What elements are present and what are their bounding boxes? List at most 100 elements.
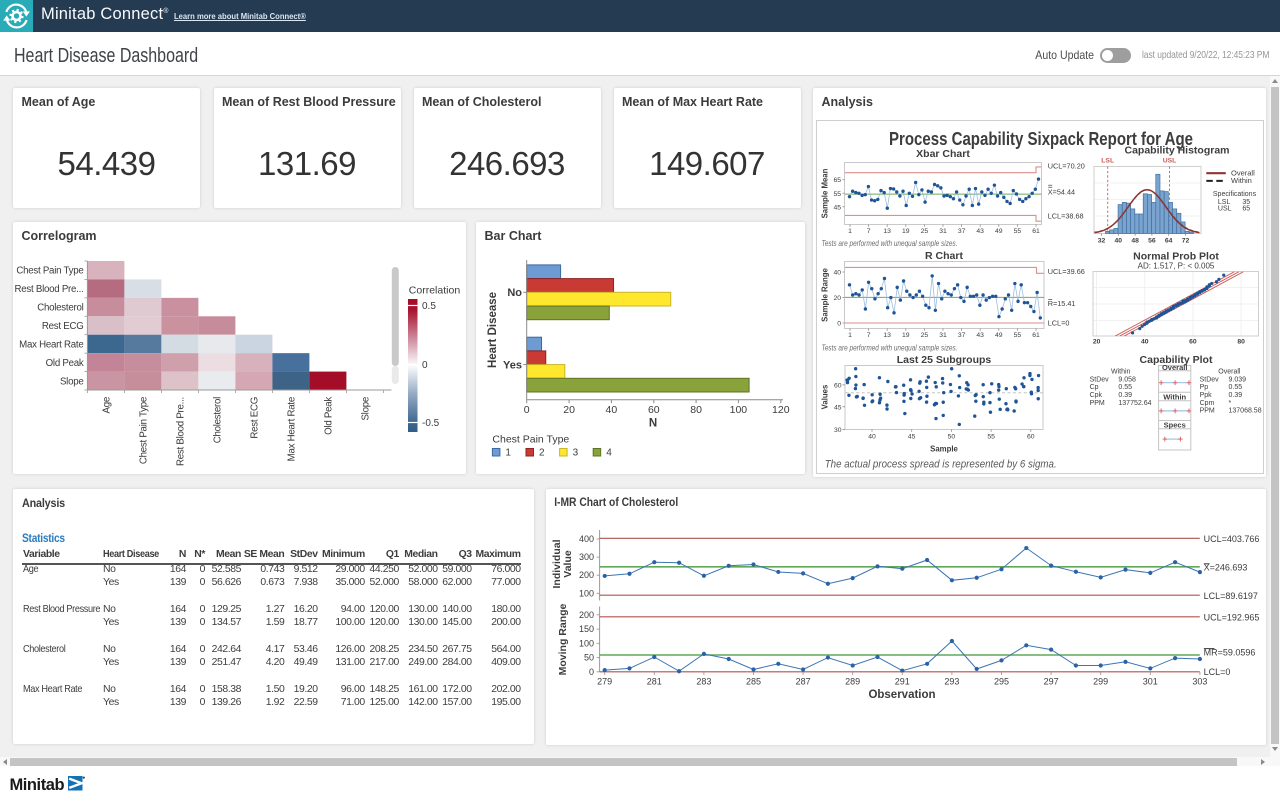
svg-text:LCL=0: LCL=0	[1047, 318, 1069, 327]
svg-text:295: 295	[994, 677, 1009, 687]
svg-text:R=15.41: R=15.41	[1047, 298, 1075, 307]
svg-text:0.39: 0.39	[1228, 392, 1242, 399]
svg-text:-0.5: -0.5	[422, 418, 440, 429]
svg-text:25: 25	[920, 228, 928, 235]
svg-text:Rest ECG: Rest ECG	[250, 397, 261, 439]
svg-text:2: 2	[539, 448, 545, 459]
svg-text:55: 55	[1013, 332, 1021, 339]
svg-text:48: 48	[1131, 237, 1139, 244]
svg-text:*: *	[1228, 399, 1231, 406]
svg-text:0.5: 0.5	[422, 301, 436, 312]
svg-text:Overall: Overall	[1161, 363, 1186, 372]
svg-text:9.039: 9.039	[1228, 376, 1246, 383]
svg-text:Age: Age	[102, 397, 113, 414]
svg-text:137068.58: 137068.58	[1228, 407, 1261, 414]
svg-text:60: 60	[1027, 433, 1035, 440]
svg-text:0: 0	[422, 360, 428, 371]
svg-text:Overall: Overall	[1218, 368, 1241, 375]
svg-text:AD: 1.517, P: < 0.005: AD: 1.517, P: < 0.005	[1137, 261, 1214, 270]
svg-text:400: 400	[579, 534, 594, 544]
svg-text:80: 80	[1237, 338, 1245, 345]
svg-text:56: 56	[1148, 237, 1156, 244]
svg-text:37: 37	[957, 332, 965, 339]
svg-text:61: 61	[1032, 228, 1040, 235]
svg-text:Old Peak: Old Peak	[324, 397, 335, 435]
svg-text:281: 281	[647, 677, 662, 687]
svg-text:1: 1	[848, 228, 852, 235]
svg-text:289: 289	[845, 677, 860, 687]
svg-text:Rest ECG: Rest ECG	[42, 321, 84, 332]
svg-text:301: 301	[1143, 677, 1158, 687]
svg-text:25: 25	[920, 332, 928, 339]
svg-text:Cpk: Cpk	[1089, 392, 1102, 399]
svg-text:303: 303	[1192, 677, 1207, 687]
svg-text:60: 60	[648, 404, 660, 416]
svg-text:61: 61	[1032, 332, 1040, 339]
svg-text:LSL: LSL	[1101, 157, 1114, 164]
svg-text:Pp: Pp	[1199, 384, 1208, 391]
svg-text:Sample: Sample	[930, 444, 958, 453]
svg-text:1: 1	[505, 448, 511, 459]
svg-text:31: 31	[939, 332, 947, 339]
svg-text:80: 80	[690, 404, 702, 416]
svg-text:40: 40	[1114, 237, 1122, 244]
svg-text:N: N	[649, 418, 657, 430]
svg-text:7: 7	[866, 332, 870, 339]
svg-text:Cholesterol: Cholesterol	[213, 397, 224, 443]
svg-text:100: 100	[579, 588, 594, 598]
svg-text:30: 30	[833, 427, 841, 434]
svg-text:Sample Mean: Sample Mean	[820, 168, 829, 218]
svg-text:40: 40	[833, 269, 841, 276]
svg-text:291: 291	[895, 677, 910, 687]
svg-text:PPM: PPM	[1199, 407, 1214, 414]
svg-text:0.39: 0.39	[1118, 392, 1132, 399]
svg-text:4: 4	[606, 448, 612, 459]
svg-text:Correlation: Correlation	[409, 285, 461, 297]
svg-text:287: 287	[796, 677, 811, 687]
svg-text:31: 31	[939, 228, 947, 235]
svg-text:LCL=89.6197: LCL=89.6197	[1204, 591, 1258, 601]
svg-text:Within: Within	[1110, 368, 1130, 375]
svg-text:40: 40	[1141, 338, 1149, 345]
svg-text:Cpm: Cpm	[1199, 399, 1214, 406]
svg-text:0: 0	[524, 404, 530, 416]
svg-text:LCL=0: LCL=0	[1204, 667, 1231, 677]
svg-text:72: 72	[1181, 237, 1189, 244]
svg-text:Ppk: Ppk	[1199, 392, 1212, 399]
svg-text:19: 19	[902, 228, 910, 235]
svg-text:45: 45	[833, 404, 841, 411]
svg-text:UCL=192.965: UCL=192.965	[1204, 612, 1260, 622]
svg-text:Moving Range: Moving Range	[557, 603, 569, 675]
svg-text:120: 120	[772, 404, 790, 416]
svg-text:45: 45	[907, 433, 915, 440]
svg-text:Values: Values	[820, 383, 829, 408]
svg-text:UCL=403.766: UCL=403.766	[1204, 534, 1260, 544]
svg-text:Value: Value	[562, 550, 574, 578]
svg-text:Chest Pain Type: Chest Pain Type	[16, 266, 83, 277]
svg-text:64: 64	[1164, 237, 1172, 244]
svg-text:9.058: 9.058	[1118, 376, 1136, 383]
svg-text:Max Heart Rate: Max Heart Rate	[19, 339, 83, 350]
svg-text:UCL=70.20: UCL=70.20	[1047, 161, 1084, 170]
svg-text:Heart Disease: Heart Disease	[487, 292, 499, 368]
svg-text:Slope: Slope	[361, 397, 372, 421]
svg-text:13: 13	[883, 332, 891, 339]
svg-text:Cholesterol: Cholesterol	[37, 303, 83, 314]
svg-text:Slope: Slope	[60, 376, 84, 387]
svg-text:3: 3	[573, 448, 579, 459]
svg-text:60: 60	[833, 382, 841, 389]
svg-text:Last 25 Subgroups: Last 25 Subgroups	[896, 354, 991, 366]
svg-text:1: 1	[848, 332, 852, 339]
svg-text:20: 20	[1092, 338, 1100, 345]
svg-text:50: 50	[584, 653, 594, 663]
svg-text:40: 40	[868, 433, 876, 440]
svg-text:279: 279	[597, 677, 612, 687]
svg-text:0.55: 0.55	[1118, 384, 1132, 391]
svg-text:60: 60	[1189, 338, 1197, 345]
svg-text:137752.64: 137752.64	[1118, 399, 1151, 406]
svg-text:No: No	[507, 287, 522, 299]
svg-text:The actual process spread is r: The actual process spread is represented…	[824, 458, 1056, 470]
svg-text:Tests are performed with unequ: Tests are performed with unequal sample …	[821, 342, 957, 352]
svg-text:Xbar Chart: Xbar Chart	[916, 148, 970, 160]
svg-text:49: 49	[995, 228, 1003, 235]
